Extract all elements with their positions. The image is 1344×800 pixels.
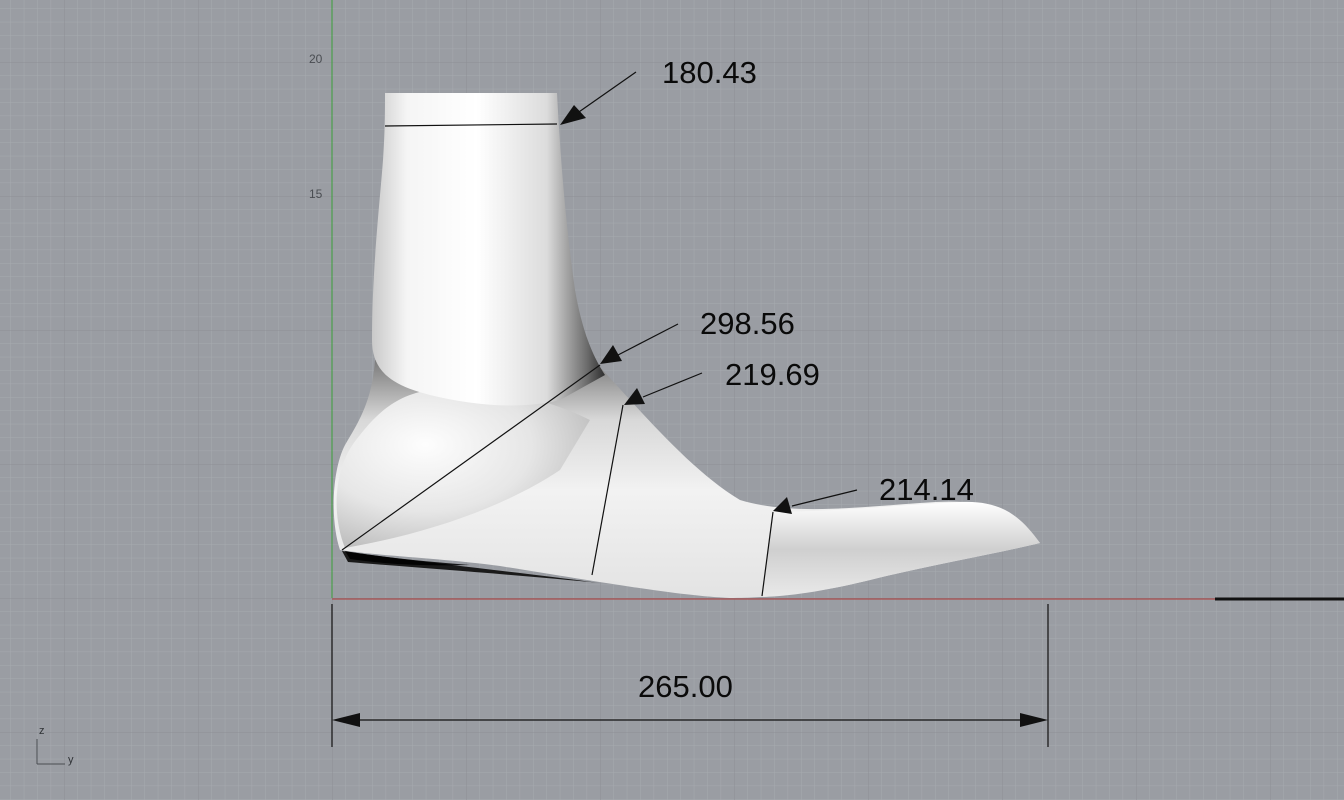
- model-canvas[interactable]: 20 15 180.43 298.56 219.69 214.14 265.00…: [0, 0, 1344, 800]
- z-axis-label: z: [39, 725, 45, 737]
- ball-girth-dimension[interactable]: 214.14: [879, 472, 974, 507]
- waist-girth-dimension[interactable]: 219.69: [725, 357, 820, 392]
- y-axis-label: y: [68, 754, 74, 766]
- instep-girth-dimension[interactable]: 298.56: [700, 306, 795, 341]
- ankle-girth-dimension[interactable]: 180.43: [662, 55, 757, 90]
- ruler-label-15: 15: [309, 187, 323, 201]
- length-dimension-text[interactable]: 265.00: [638, 669, 733, 704]
- ruler-label-20: 20: [309, 52, 323, 66]
- viewport-front[interactable]: 20 15 180.43 298.56 219.69 214.14 265.00…: [0, 0, 1344, 800]
